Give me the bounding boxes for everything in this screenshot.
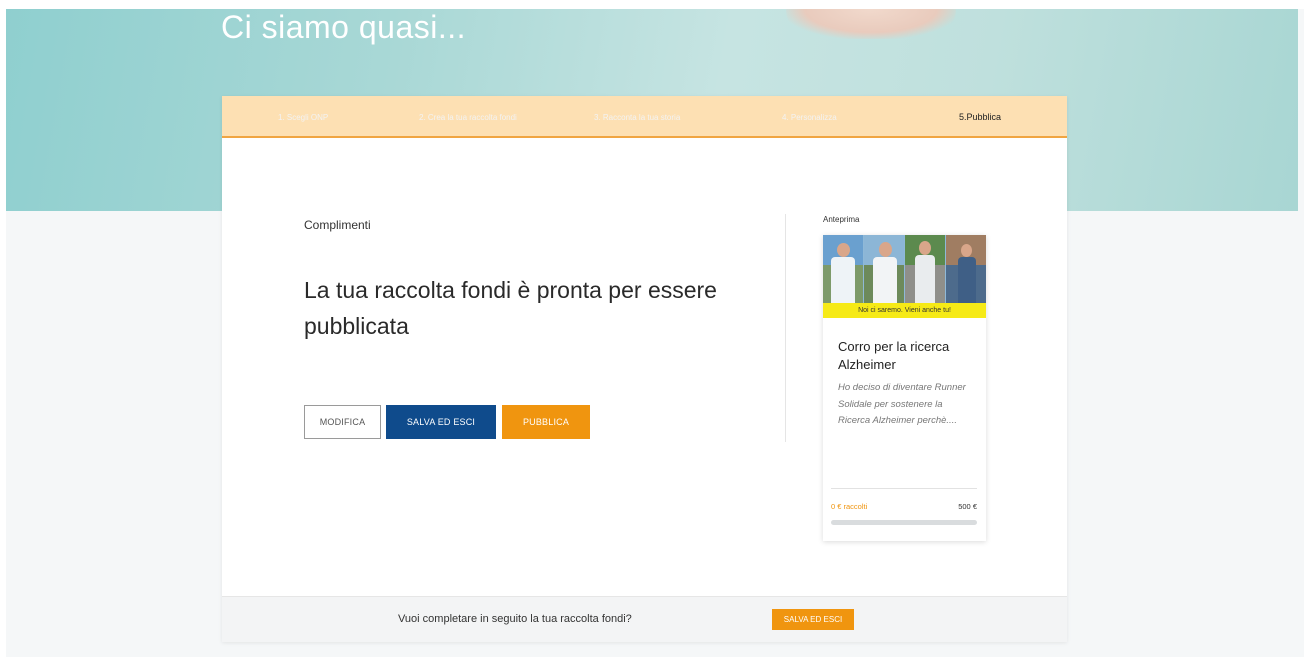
hero-hand-image bbox=[786, 9, 956, 39]
preview-label: Anteprima bbox=[823, 215, 860, 224]
collage-photo-2 bbox=[864, 235, 904, 303]
preview-card[interactable]: Noi ci saremo. Vieni anche tu! Corro per… bbox=[823, 235, 986, 541]
page-edge-top bbox=[0, 0, 1304, 9]
collage-photo-1 bbox=[823, 235, 863, 303]
page: Ci siamo quasi... 1. Scegli ONP 2. Crea … bbox=[0, 0, 1304, 657]
footer-prompt: Vuoi completare in seguito la tua raccol… bbox=[398, 613, 632, 625]
preview-goal-amount: 500 € bbox=[958, 502, 977, 511]
collage-photo-3 bbox=[905, 235, 945, 303]
collage-photo-4 bbox=[946, 235, 986, 303]
vertical-divider bbox=[785, 214, 786, 442]
hero-title: Ci siamo quasi... bbox=[221, 9, 467, 45]
preview-banner: Noi ci saremo. Vieni anche tu! bbox=[823, 303, 986, 318]
page-headline: La tua raccolta fondi è pronta per esser… bbox=[304, 277, 717, 339]
preview-title: Corro per la ricerca Alzheimer bbox=[838, 339, 950, 372]
preview-raised-amount: 0 € raccolti bbox=[831, 502, 868, 511]
footer-save-and-exit-button[interactable]: SALVA ED ESCI bbox=[772, 609, 854, 630]
footer-bar: Vuoi completare in seguito la tua raccol… bbox=[222, 596, 1067, 642]
preview-progress-bar bbox=[831, 520, 977, 525]
preview-separator bbox=[831, 488, 977, 489]
step-2[interactable]: 2. Crea la tua raccolta fondi bbox=[419, 113, 517, 122]
step-1[interactable]: 1. Scegli ONP bbox=[278, 113, 328, 122]
publish-button[interactable]: PUBBLICA bbox=[502, 405, 590, 439]
step-3[interactable]: 3. Racconta la tua storia bbox=[594, 113, 680, 122]
save-and-exit-button[interactable]: SALVA ED ESCI bbox=[386, 405, 496, 439]
wizard-card: 1. Scegli ONP 2. Crea la tua raccolta fo… bbox=[222, 96, 1067, 642]
congrats-label: Complimenti bbox=[304, 218, 371, 232]
preview-photo-collage bbox=[823, 235, 986, 303]
edit-button[interactable]: MODIFICA bbox=[304, 405, 381, 439]
preview-description: Ho deciso di diventare Runner Solidale p… bbox=[838, 382, 966, 426]
step-5-active[interactable]: 5.Pubblica bbox=[959, 112, 1001, 122]
step-4[interactable]: 4. Personalizza bbox=[782, 113, 837, 122]
steps-bar: 1. Scegli ONP 2. Crea la tua raccolta fo… bbox=[222, 96, 1067, 138]
